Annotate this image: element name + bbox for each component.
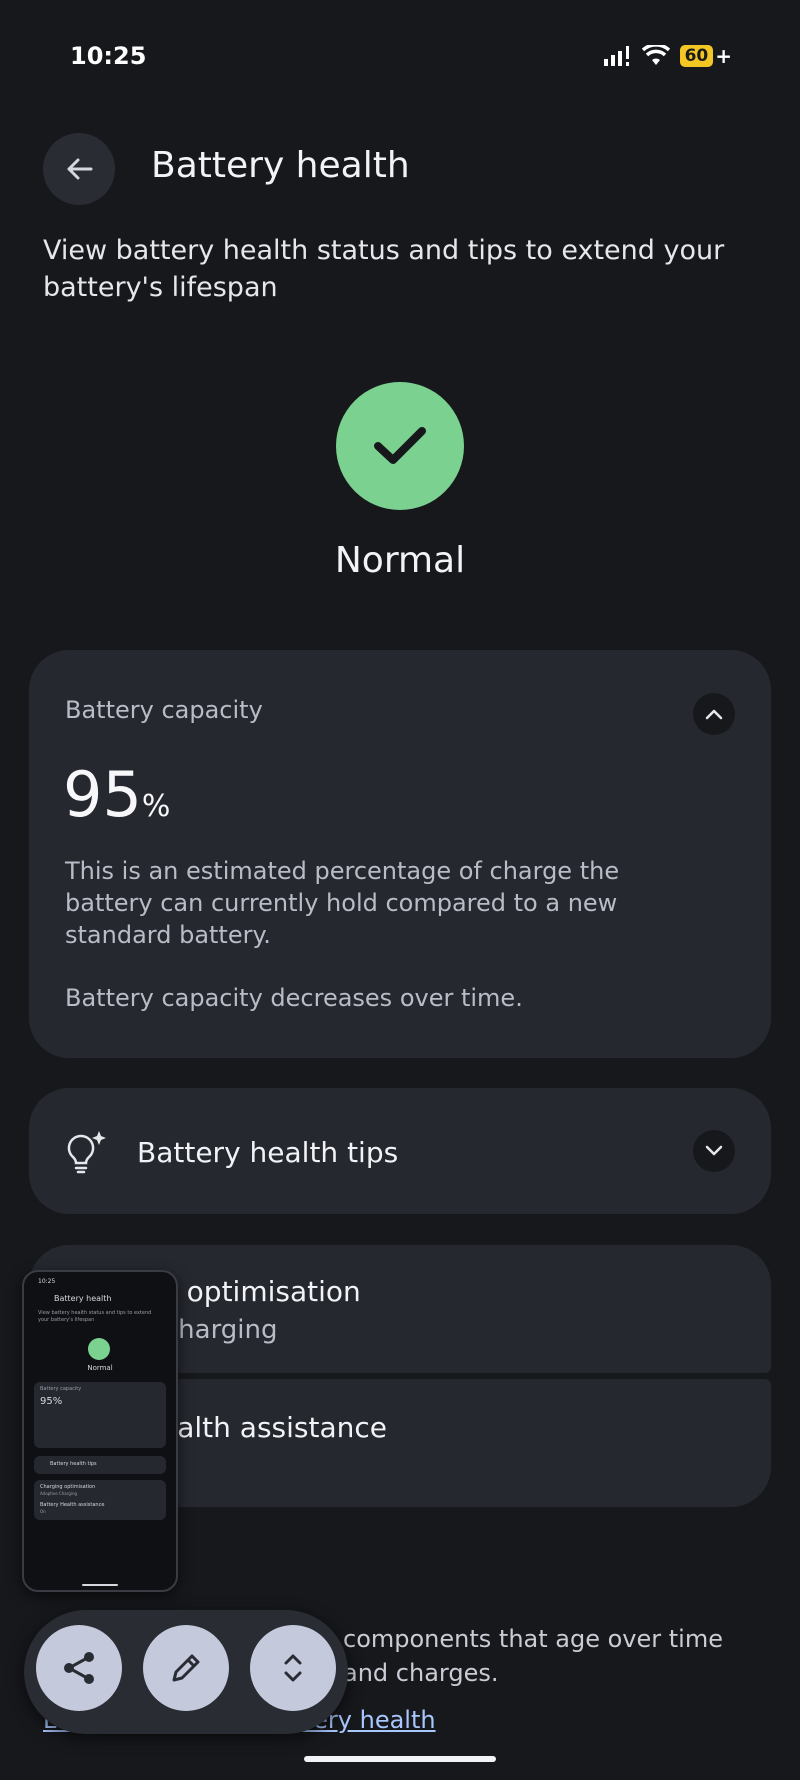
thumb-opt-label: Charging optimisation: [40, 1484, 96, 1490]
thumb-time: 10:25: [38, 1278, 56, 1285]
chevron-up-icon: [705, 709, 723, 720]
battery-health-assistance-label: ealth assistance: [160, 1411, 387, 1444]
footer-text: components that age over time and charge…: [343, 1625, 723, 1687]
thumb-status-circle: [88, 1338, 110, 1360]
share-button[interactable]: [36, 1625, 122, 1711]
thumb-opt-value: Adaptive Charging: [40, 1491, 78, 1496]
battery-indicator: 60: [679, 45, 714, 67]
screenshot-thumbnail[interactable]: 10:25 Battery health View battery health…: [22, 1270, 178, 1592]
thumb-capacity-value: 95%: [40, 1396, 63, 1407]
page-title: Battery health: [151, 145, 410, 186]
thumb-assist-label: Battery Health assistance: [40, 1502, 105, 1508]
lightbulb-sparkle-icon: [67, 1131, 106, 1174]
capacity-unit: %: [141, 789, 171, 824]
expand-tips-button[interactable]: [693, 1130, 735, 1172]
capacity-note: Battery capacity decreases over time.: [65, 984, 523, 1012]
status-indicator: [336, 382, 464, 510]
signal-icon: [603, 46, 629, 66]
capacity-number: 95: [63, 758, 142, 831]
thumb-assist-value: On: [40, 1509, 46, 1514]
thumb-capacity-title: Battery capacity: [40, 1386, 82, 1392]
edit-button[interactable]: [143, 1625, 229, 1711]
arrow-back-icon: [67, 158, 93, 180]
expand-button[interactable]: [250, 1625, 336, 1711]
wifi-icon: [641, 45, 670, 65]
chevron-down-icon: [705, 1145, 723, 1156]
capacity-value: 95%: [63, 758, 170, 831]
battery-plus: +: [715, 44, 732, 68]
unfold-icon: [284, 1654, 302, 1682]
capacity-title: Battery capacity: [65, 696, 263, 724]
share-icon: [64, 1652, 94, 1684]
thumb-subtitle: View battery health status and tips to e…: [38, 1310, 152, 1323]
collapse-capacity-button[interactable]: [693, 693, 735, 735]
tips-label: Battery health tips: [137, 1136, 399, 1169]
status-time: 10:25: [70, 42, 147, 70]
status-label: Normal: [334, 540, 466, 581]
check-icon: [374, 427, 426, 464]
thumb-status: Normal: [87, 1364, 113, 1372]
home-indicator[interactable]: [304, 1756, 496, 1762]
page-subtitle: View battery health status and tips to e…: [43, 235, 725, 303]
thumb-title: Battery health: [54, 1294, 112, 1303]
status-icons: 60 +: [603, 44, 732, 68]
back-button[interactable]: [43, 133, 115, 205]
thumb-tips: Battery health tips: [50, 1461, 97, 1467]
charging-optimisation-label: g optimisation: [160, 1275, 361, 1308]
pencil-icon: [172, 1654, 200, 1682]
capacity-description: This is an estimated percentage of charg…: [65, 857, 620, 949]
thumb-home-indicator: [82, 1584, 118, 1586]
